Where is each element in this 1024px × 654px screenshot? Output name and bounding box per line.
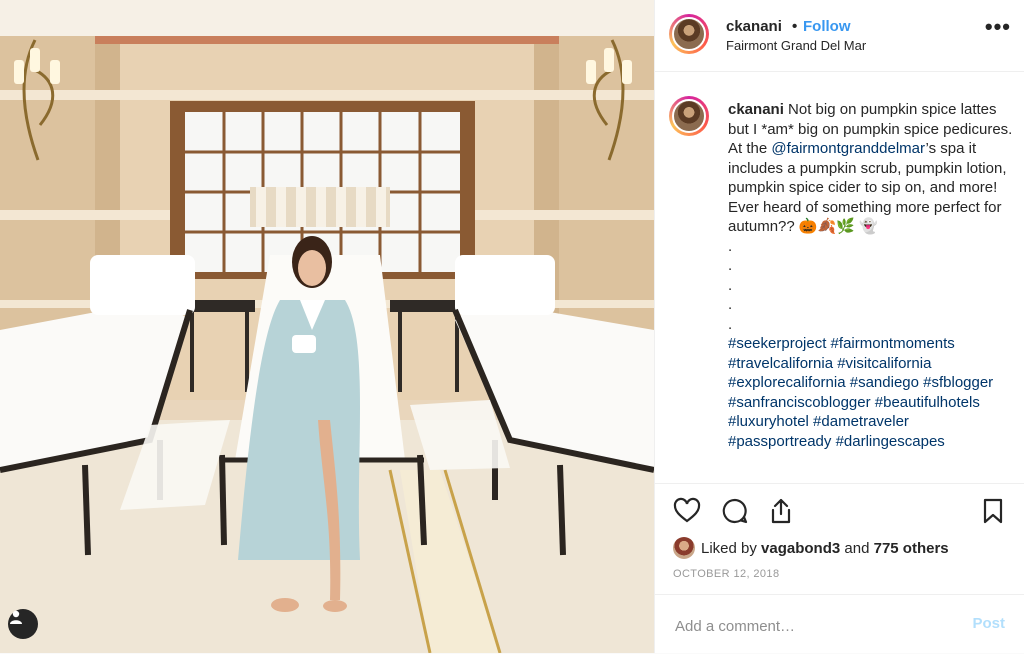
post-photo[interactable] [0, 0, 654, 653]
heart-icon[interactable] [673, 497, 701, 525]
bookmark-icon[interactable] [979, 497, 1007, 525]
likes-others-link[interactable]: 775 others [874, 540, 949, 557]
likes-summary: Liked by vagabond3 and 775 others [673, 537, 949, 559]
post-side-panel: ckanani • Follow Fairmont Grand Del Mar … [654, 0, 1024, 653]
more-options-icon[interactable]: ••• [985, 14, 1011, 40]
caption-dot: . [728, 315, 733, 333]
post-comment-button[interactable]: Post [972, 615, 1005, 632]
caption-username[interactable]: ckanani [728, 101, 784, 118]
liker-avatar[interactable] [673, 537, 695, 559]
post-header: ckanani • Follow Fairmont Grand Del Mar … [655, 0, 1024, 72]
caption-dot: . [728, 257, 733, 274]
caption-dot: . [728, 237, 733, 255]
instagram-post: ckanani • Follow Fairmont Grand Del Mar … [0, 0, 1024, 653]
follow-button[interactable]: Follow [803, 18, 851, 35]
caption-mention[interactable]: @fairmontgranddelmar [771, 140, 925, 157]
author-avatar[interactable] [669, 14, 709, 54]
post-caption: ckanani Not big on pumpkin spice lattes … [728, 100, 1015, 451]
likes-prefix: Liked by [701, 539, 757, 557]
caption-dot: . [728, 296, 733, 313]
liker-username[interactable]: vagabond3 [761, 540, 840, 557]
location-link[interactable]: Fairmont Grand Del Mar [726, 38, 866, 53]
header-separator: • [792, 18, 798, 35]
user-tag-icon [10, 610, 22, 624]
share-icon[interactable] [767, 497, 795, 525]
post-date[interactable]: OCTOBER 12, 2018 [673, 568, 779, 580]
comments-area[interactable]: ckanani Not big on pumpkin spice lattes … [655, 72, 1024, 477]
comment-icon[interactable] [721, 497, 749, 525]
caption-author-avatar[interactable] [669, 96, 709, 136]
spa-room-illustration [0, 0, 654, 653]
author-username[interactable]: ckanani [726, 18, 782, 35]
likes-connector: and [844, 539, 870, 557]
caption-dots: . . . . . [728, 237, 1015, 335]
caption-hashtags[interactable]: #seekerproject #fairmontmoments #travelc… [728, 335, 993, 450]
user-tag-button[interactable] [8, 609, 38, 639]
caption-dot: . [728, 276, 733, 294]
post-actions-bar [655, 483, 1024, 540]
add-comment-input[interactable] [673, 613, 957, 639]
add-comment-bar: Post [655, 594, 1024, 654]
